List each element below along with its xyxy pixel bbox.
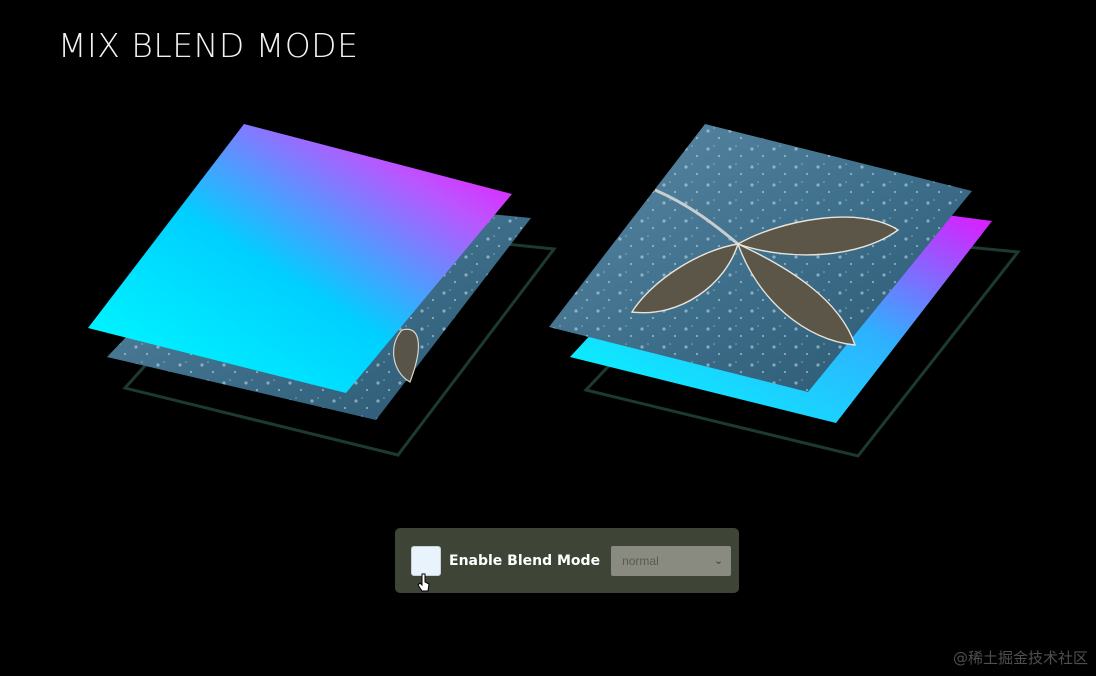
blend-mode-value: normal xyxy=(622,553,659,568)
hand-cursor-icon xyxy=(417,573,430,592)
right-layer-stack xyxy=(549,124,1021,458)
left-layer-stack xyxy=(88,124,557,457)
layer-stack-scene xyxy=(88,124,1021,458)
watermark: @稀土掘金技术社区 xyxy=(952,649,1088,667)
blend-mode-select[interactable]: normal ⌄ xyxy=(611,545,732,576)
enable-blend-label[interactable]: Enable Blend Mode xyxy=(449,553,600,569)
enable-blend-checkbox[interactable] xyxy=(411,545,441,576)
blend-control-panel: Enable Blend Mode normal ⌄ xyxy=(395,528,739,593)
chevron-down-icon: ⌄ xyxy=(713,555,724,567)
